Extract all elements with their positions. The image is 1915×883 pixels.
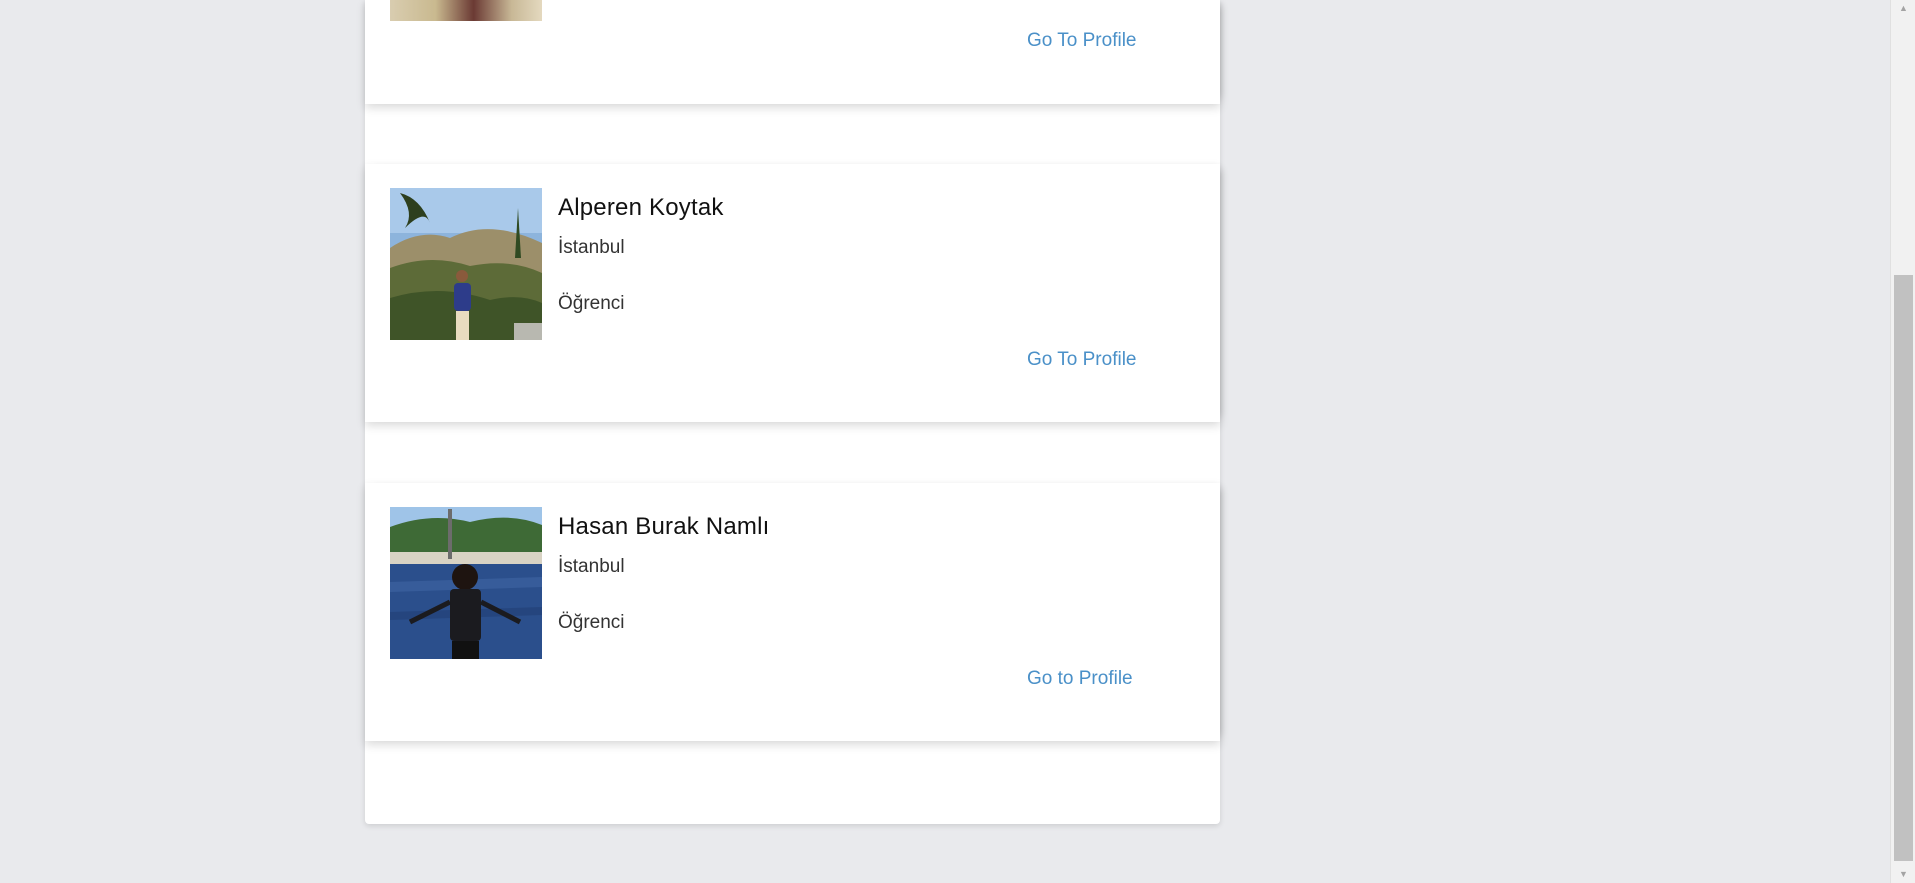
go-to-profile-link[interactable]: Go to Profile — [1027, 668, 1133, 690]
scroll-down-icon[interactable]: ▼ — [1891, 866, 1915, 883]
go-to-profile-link[interactable]: Go To Profile — [1027, 349, 1136, 371]
profile-card: Hasan Burak Namlı İstanbul Öğrenci Go to… — [365, 483, 1220, 741]
profile-role: Öğrenci — [558, 293, 625, 314]
profile-photo — [390, 507, 542, 659]
profile-photo — [390, 188, 542, 340]
profile-role: Öğrenci — [558, 612, 625, 633]
scroll-up-icon[interactable]: ▲ — [1891, 0, 1915, 17]
profile-list-panel: Go To Profile Alperen Koytak İstanbul Öğ… — [365, 0, 1220, 824]
go-to-profile-link[interactable]: Go To Profile — [1027, 30, 1136, 52]
vertical-scrollbar[interactable]: ▲ ▼ — [1890, 0, 1915, 883]
profile-name: Hasan Burak Namlı — [558, 513, 770, 540]
profile-card: Go To Profile — [365, 0, 1220, 104]
profile-city: İstanbul — [558, 556, 625, 577]
profile-photo — [390, 0, 542, 21]
scrollbar-thumb[interactable] — [1894, 275, 1913, 861]
profile-card: Alperen Koytak İstanbul Öğrenci Go To Pr… — [365, 164, 1220, 422]
profile-name: Alperen Koytak — [558, 194, 724, 221]
profile-city: İstanbul — [558, 237, 625, 258]
